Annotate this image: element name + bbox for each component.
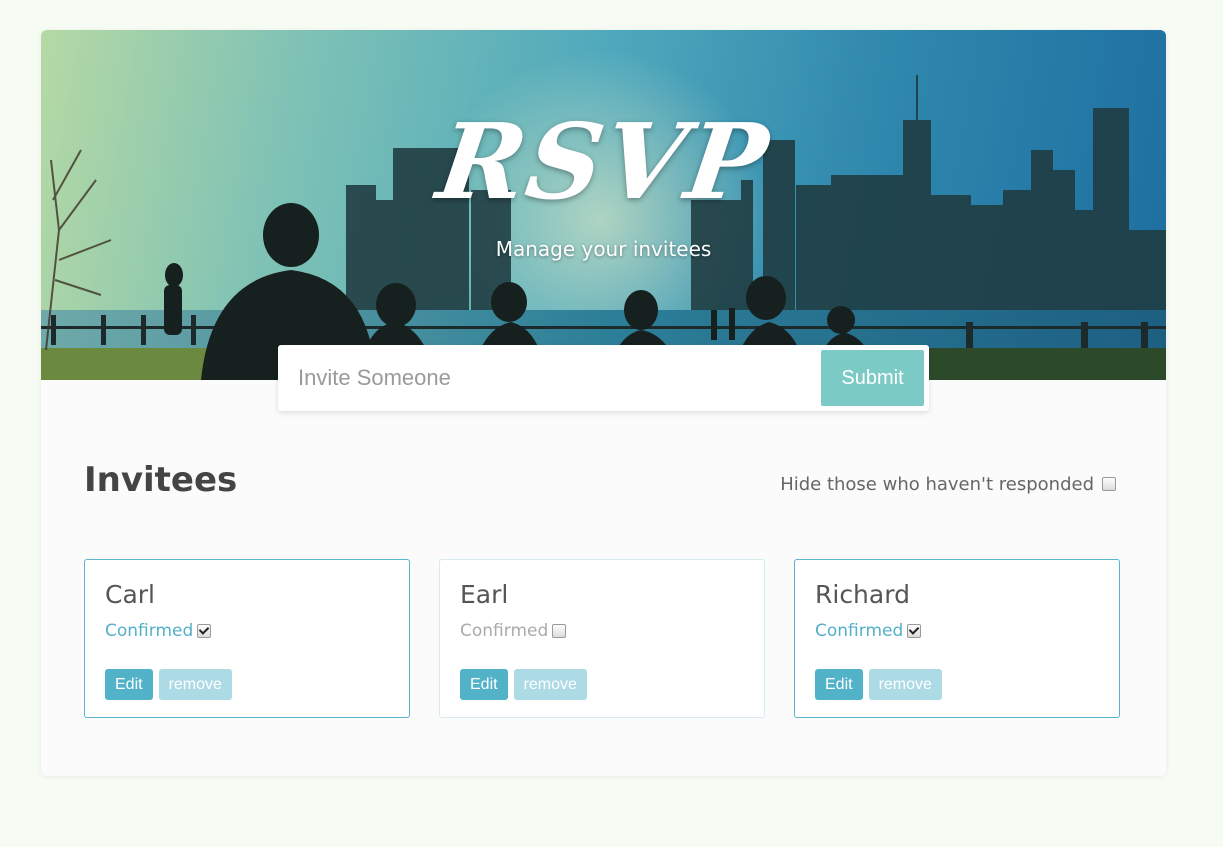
invitee-name: Richard xyxy=(815,580,910,609)
invitee-actions: Edit remove xyxy=(815,669,942,700)
confirmed-label: Confirmed xyxy=(105,621,194,641)
invitee-name: Earl xyxy=(460,580,509,609)
invite-form: Submit xyxy=(278,345,929,411)
confirmed-toggle[interactable]: Confirmed xyxy=(105,621,212,641)
invitee-actions: Edit remove xyxy=(105,669,232,700)
edit-button[interactable]: Edit xyxy=(815,669,863,700)
remove-button[interactable]: remove xyxy=(513,669,587,700)
confirmed-toggle[interactable]: Confirmed xyxy=(460,621,567,641)
invitee-actions: Edit remove xyxy=(460,669,587,700)
edit-button[interactable]: Edit xyxy=(460,669,508,700)
edit-button[interactable]: Edit xyxy=(105,669,153,700)
rsvp-app: RSVP Manage your invitees Submit Invitee… xyxy=(41,30,1166,776)
rsvp-logo: RSVP xyxy=(430,100,777,223)
hide-unresponded-filter[interactable]: Hide those who haven't responded xyxy=(780,470,1116,498)
invitee-card: Earl Confirmed Edit remove xyxy=(439,559,765,718)
submit-button[interactable]: Submit xyxy=(821,350,924,406)
confirmed-toggle[interactable]: Confirmed xyxy=(815,621,922,641)
header-banner: RSVP Manage your invitees xyxy=(41,30,1166,380)
remove-button[interactable]: remove xyxy=(868,669,942,700)
hide-unresponded-label: Hide those who haven't responded xyxy=(780,473,1094,495)
invitee-card: Richard Confirmed Edit remove xyxy=(794,559,1120,718)
confirmed-checkbox[interactable] xyxy=(552,624,567,638)
invitees-title: Invitees xyxy=(84,460,238,500)
confirmed-checkbox[interactable] xyxy=(197,624,212,638)
confirmed-label: Confirmed xyxy=(460,621,549,641)
invitee-name: Carl xyxy=(105,580,155,609)
header-tagline: Manage your invitees xyxy=(495,237,712,261)
invite-input[interactable] xyxy=(278,345,818,411)
invitee-card: Carl Confirmed Edit remove xyxy=(84,559,410,718)
confirmed-checkbox[interactable] xyxy=(907,624,922,638)
confirmed-label: Confirmed xyxy=(815,621,904,641)
hide-unresponded-checkbox[interactable] xyxy=(1102,477,1116,491)
remove-button[interactable]: remove xyxy=(158,669,232,700)
